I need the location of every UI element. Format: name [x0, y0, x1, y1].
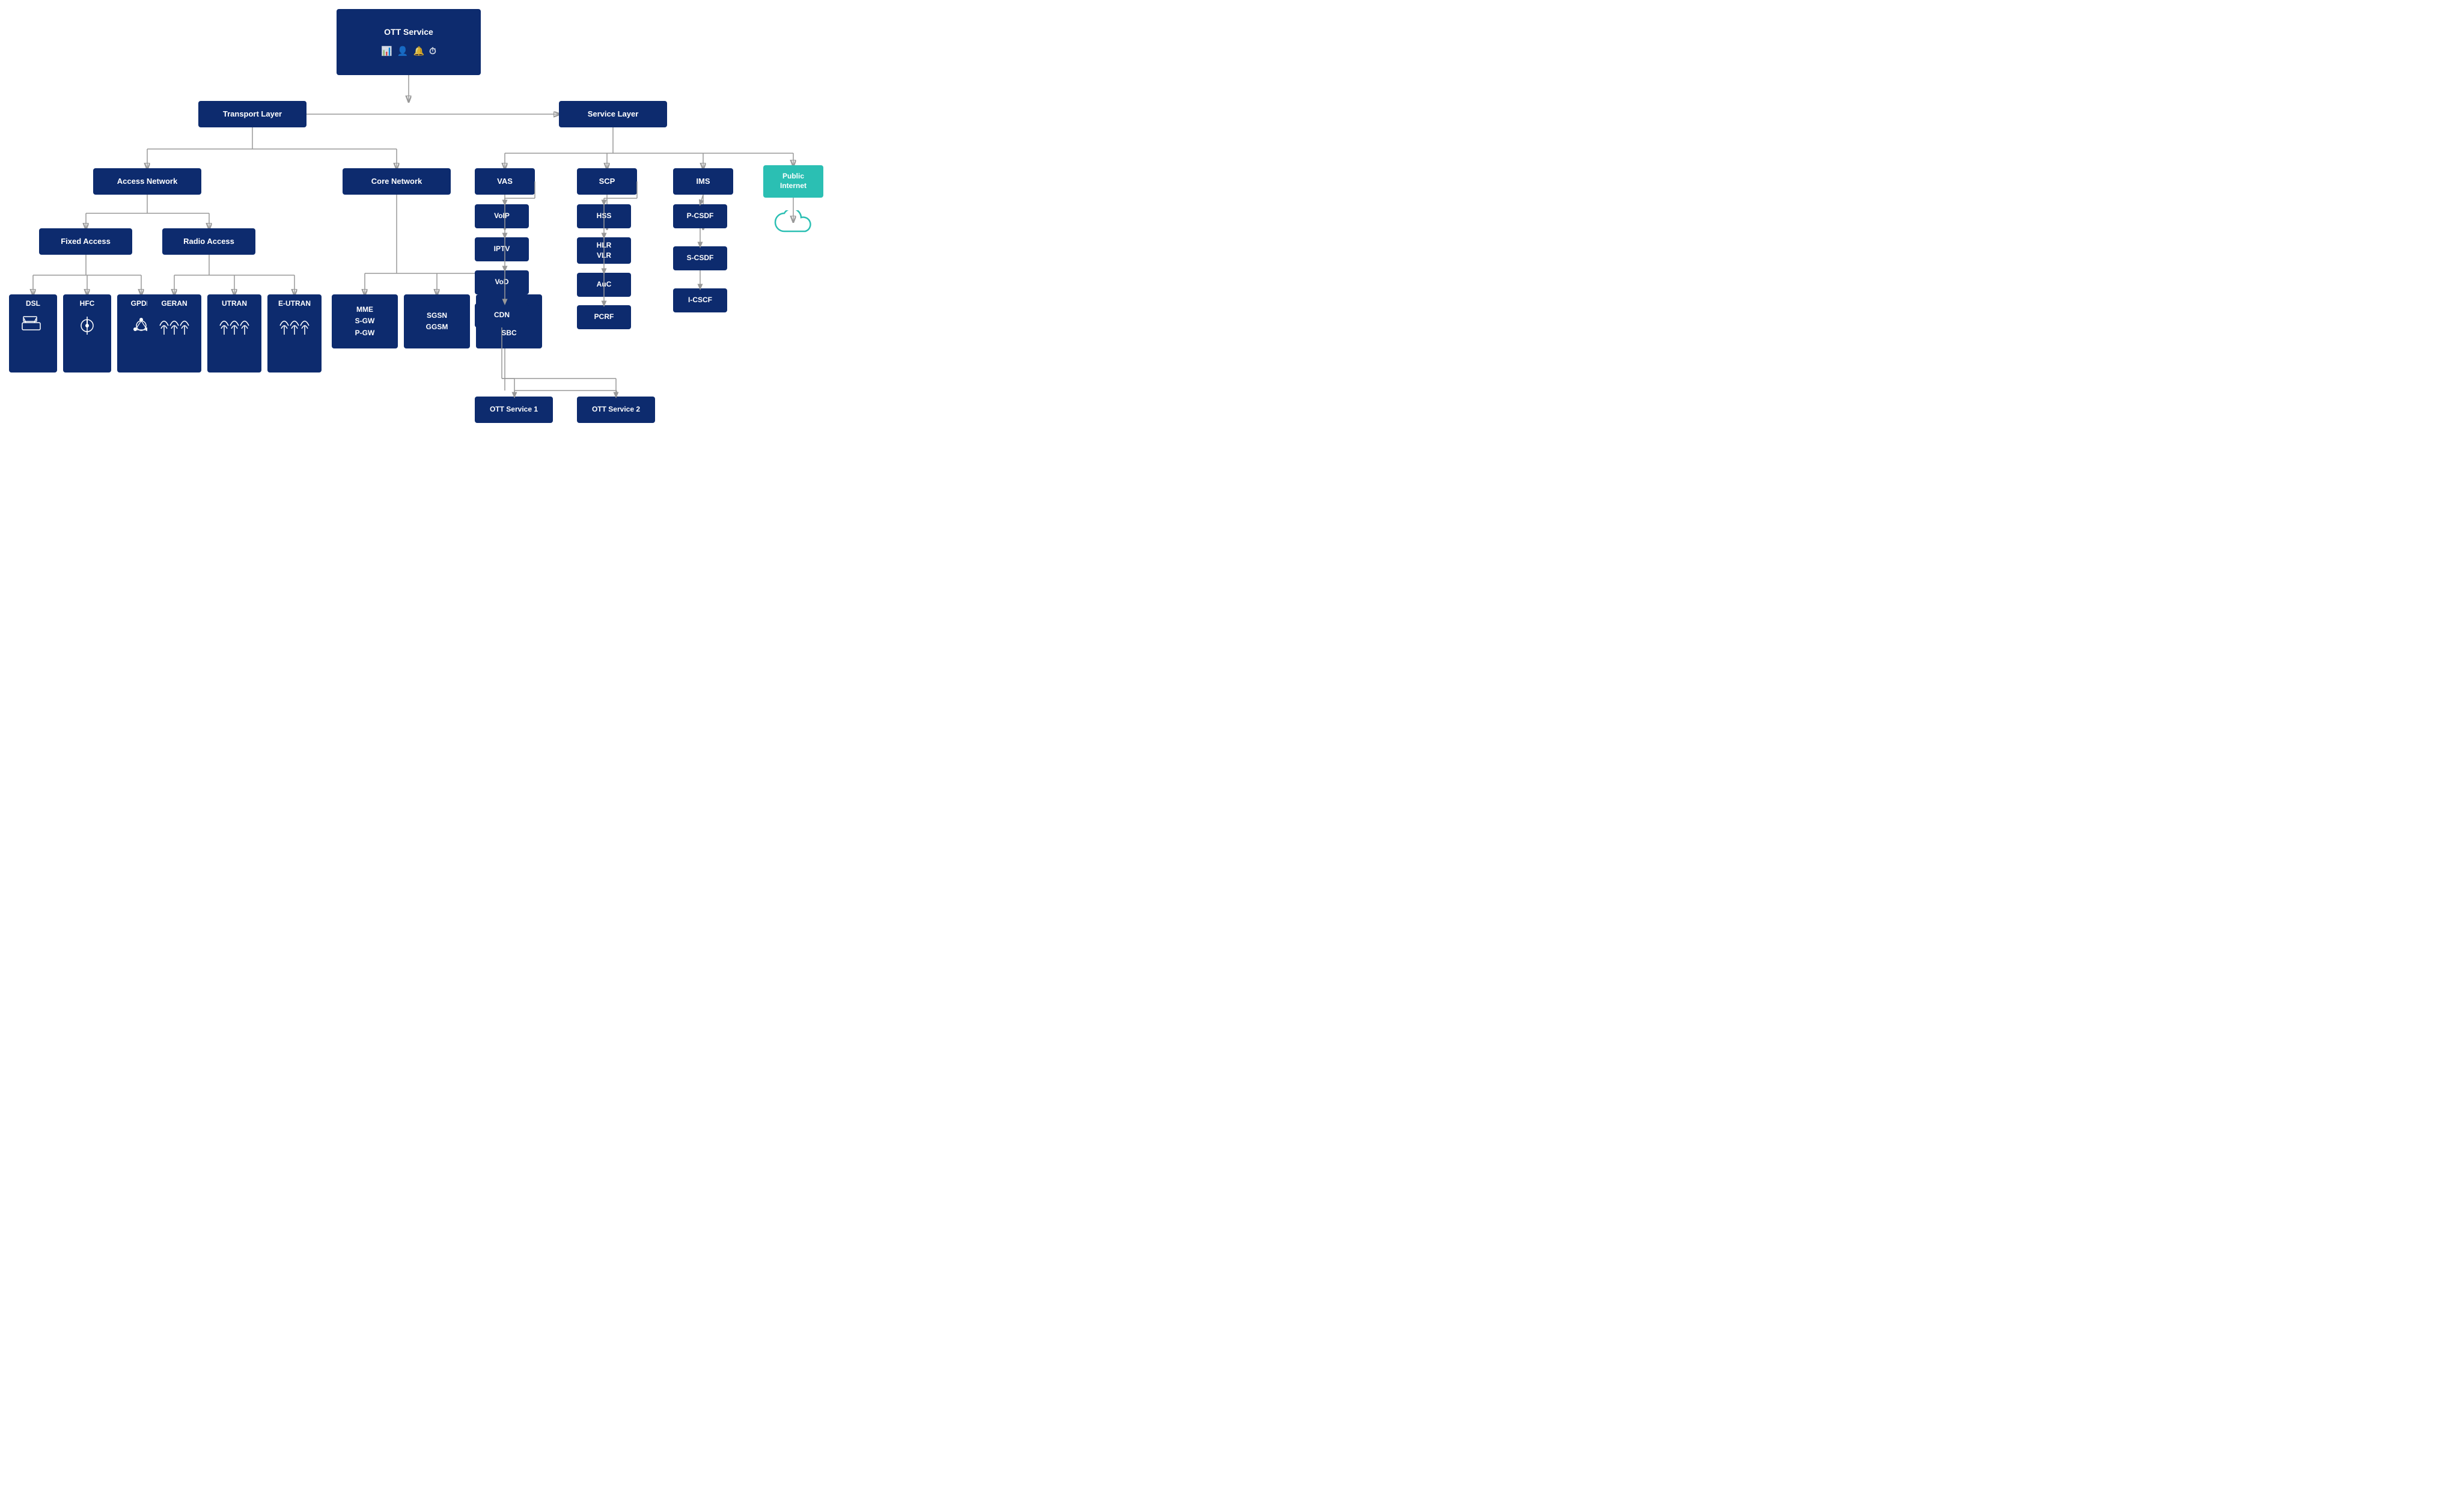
vas-arrows — [0, 0, 841, 571]
ott-service-1-label: OTT Service 1 — [490, 405, 538, 415]
eutran-icon — [278, 314, 311, 338]
auc-node: AuC — [577, 273, 631, 297]
utran-label: UTRAN — [222, 299, 247, 309]
scp-label: SCP — [599, 177, 615, 187]
hfc-icon — [75, 314, 99, 338]
core-network-label: Core Network — [371, 177, 422, 187]
mme-node: MME S-GW P-GW — [332, 294, 398, 348]
cdn-label: CDN — [494, 311, 510, 320]
pcrf-node: PCRF — [577, 305, 631, 329]
ims-node: IMS — [673, 168, 733, 195]
ott-service-1-node: OTT Service 1 — [475, 397, 553, 423]
voip-label: VoIP — [494, 211, 510, 221]
cloud-svg — [772, 210, 814, 237]
utran-icon — [218, 314, 251, 338]
kpi-icon: 📊 — [381, 46, 392, 58]
hfc-label: HFC — [80, 299, 95, 309]
s-csdf-label: S-CSDF — [687, 254, 714, 263]
hss-label: HSS — [597, 211, 612, 221]
p-csdf-label: P-CSDF — [687, 211, 714, 221]
ott-service-top: OTT Service 📊 👤 🔔 ⏱ — [337, 9, 481, 75]
voip-node: VoIP — [475, 204, 529, 228]
vas-node: VAS — [475, 168, 535, 195]
user-icon: 👤 — [397, 46, 409, 58]
transport-layer-label: Transport Layer — [223, 109, 282, 120]
geran-label: GERAN — [161, 299, 187, 309]
sgsn-node: SGSN GGSM — [404, 294, 470, 348]
vod-node: VoD — [475, 270, 529, 294]
eutran-node: E-UTRAN — [267, 294, 322, 372]
access-network-label: Access Network — [117, 177, 177, 187]
ott-service-2-node: OTT Service 2 — [577, 397, 655, 423]
sgsn-label: SGSN GGSM — [426, 310, 448, 333]
eutran-label: E-UTRAN — [278, 299, 311, 309]
radio-access-node: Radio Access — [162, 228, 255, 255]
hss-node: HSS — [577, 204, 631, 228]
iptv-label: IPTV — [494, 245, 510, 254]
vas-label: VAS — [497, 177, 513, 187]
alert-icon: 🔔 — [413, 46, 424, 58]
hfc-node: HFC — [63, 294, 111, 372]
core-network-node: Core Network — [343, 168, 451, 195]
network-diagram: OTT Service 📊 👤 🔔 ⏱ Transport Layer Serv… — [0, 0, 841, 571]
iptv-node: IPTV — [475, 237, 529, 261]
dsl-node: DSL — [9, 294, 57, 372]
utran-node: UTRAN — [207, 294, 261, 372]
geran-node: GERAN — [147, 294, 201, 372]
hlr-vlr-label: HLR VLR — [597, 240, 612, 261]
public-internet-node: Public Internet — [763, 165, 823, 198]
pcrf-label: PCRF — [594, 312, 614, 322]
mme-label: MME S-GW P-GW — [355, 304, 375, 339]
geran-icon — [158, 314, 191, 338]
ott-icons: 📊 👤 🔔 ⏱ — [381, 46, 436, 58]
cloud-icon — [763, 207, 823, 240]
dsl-label: DSL — [26, 299, 40, 309]
i-cscf-node: I-CSCF — [673, 288, 727, 312]
service-layer-label: Service Layer — [588, 109, 639, 120]
scp-node: SCP — [577, 168, 637, 195]
cdn-node: CDN — [475, 303, 529, 327]
service-layer-node: Service Layer — [559, 101, 667, 127]
p-csdf-node: P-CSDF — [673, 204, 727, 228]
i-cscf-label: I-CSCF — [688, 296, 712, 305]
s-csdf-node: S-CSDF — [673, 246, 727, 270]
hlr-vlr-node: HLR VLR — [577, 237, 631, 264]
radio-access-label: Radio Access — [183, 237, 234, 247]
timer-icon: ⏱ — [429, 46, 436, 58]
transport-layer-node: Transport Layer — [198, 101, 306, 127]
fixed-access-node: Fixed Access — [39, 228, 132, 255]
ims-label: IMS — [696, 177, 710, 187]
dsl-icon — [21, 314, 45, 335]
auc-label: AuC — [597, 280, 612, 290]
fixed-access-label: Fixed Access — [61, 237, 111, 247]
connector-lines — [0, 0, 841, 571]
vod-label: VoD — [495, 278, 508, 287]
access-network-node: Access Network — [93, 168, 201, 195]
ott-service-top-label: OTT Service — [384, 26, 433, 37]
ott-service-2-label: OTT Service 2 — [592, 405, 640, 415]
public-internet-label: Public Internet — [780, 172, 807, 190]
